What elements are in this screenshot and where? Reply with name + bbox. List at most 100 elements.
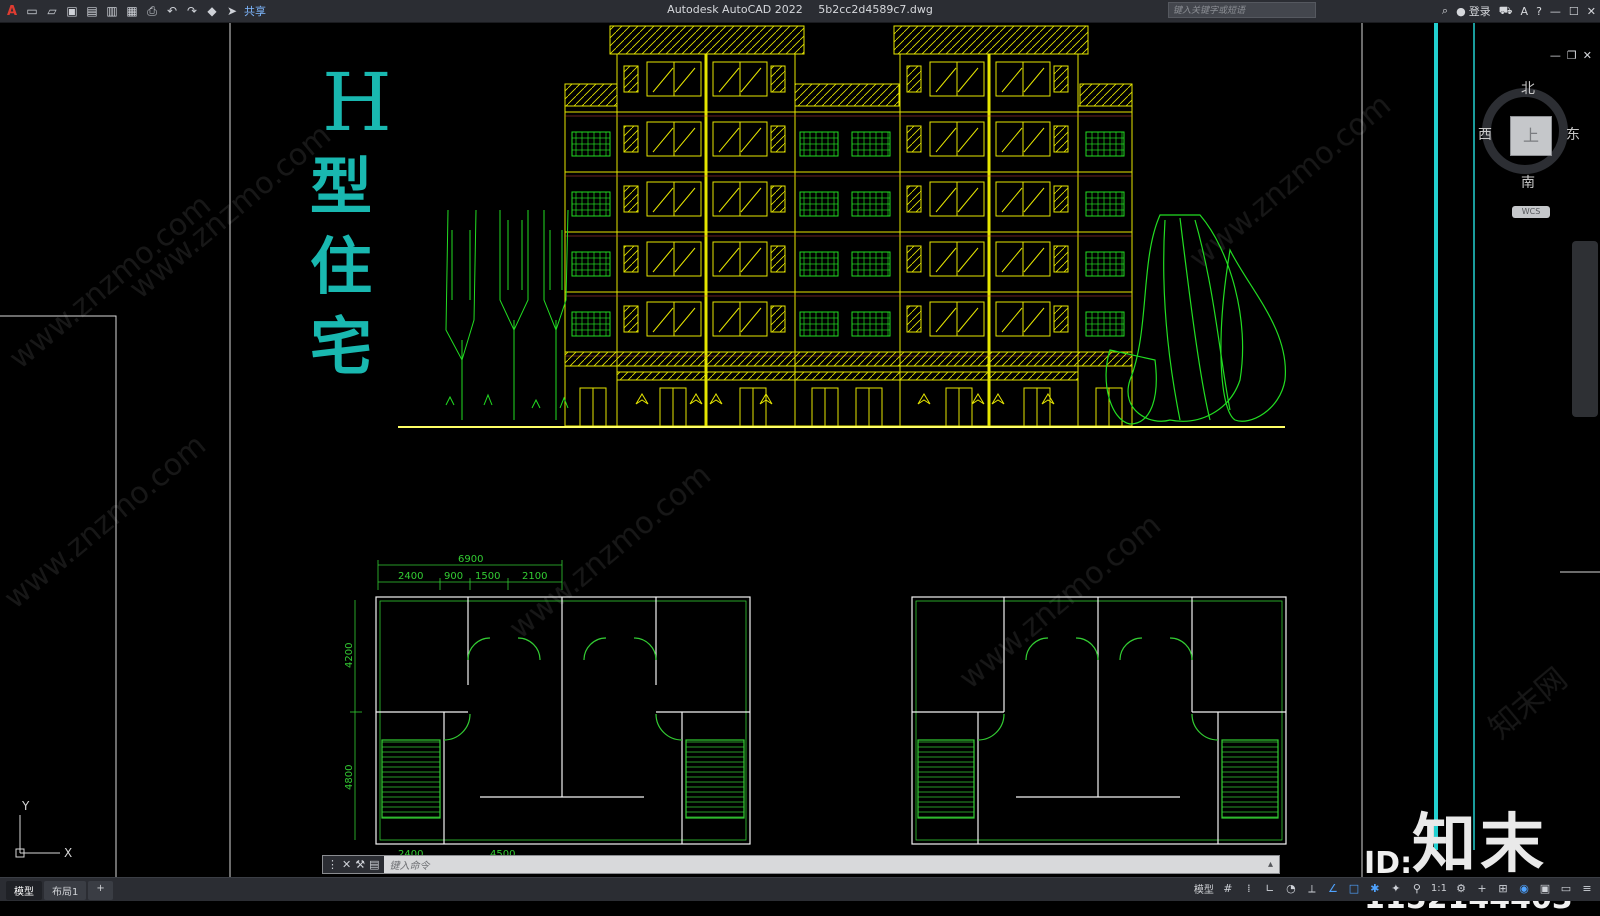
autodesk-a-icon[interactable]: A (1521, 5, 1529, 18)
door (739, 387, 767, 427)
save-as-icon[interactable]: ▤ (84, 3, 100, 19)
command-expand-icon[interactable]: ▴ (1268, 859, 1279, 870)
help-icon[interactable]: ? (1536, 5, 1542, 18)
title-letter-h: H (322, 56, 392, 149)
cart-icon[interactable]: ⛟ (1499, 4, 1513, 19)
object-snap-icon[interactable]: □ (1347, 882, 1361, 896)
plot-icon[interactable]: ⎙ (144, 3, 160, 19)
dim-seg-2: 900 (444, 571, 463, 582)
add-layout-button[interactable]: + (88, 881, 113, 900)
drawing-close-icon[interactable]: ✕ (1583, 49, 1592, 62)
cad-drawing: www.znzmo.com www.znzmo.com www.znzmo.co… (0, 23, 1600, 877)
dim-seg-4: 2100 (522, 571, 547, 582)
window-unit (929, 121, 985, 157)
command-input[interactable]: 键入命令 (384, 857, 1268, 872)
building-elevation (564, 25, 1133, 427)
open-web-icon[interactable]: ▥ (104, 3, 120, 19)
undo-icon[interactable]: ↶ (164, 3, 180, 19)
viewcube[interactable]: 上 北 南 西 东 WCS (1470, 78, 1580, 228)
drawing-restore-icon[interactable]: ❐ (1567, 49, 1577, 62)
maximize-icon[interactable]: ☐ (1569, 5, 1579, 18)
wcs-menu[interactable]: WCS (1512, 206, 1550, 218)
annotation-scale-icon[interactable]: ⚲ (1410, 882, 1424, 896)
login-label: 登录 (1468, 5, 1491, 18)
pilaster-panel (906, 185, 922, 213)
app-name: Autodesk AutoCAD 2022 (667, 3, 803, 16)
compass-north[interactable]: 北 (1521, 78, 1535, 98)
window-unit (646, 301, 702, 337)
save-web-icon[interactable]: ▦ (124, 3, 140, 19)
side-window (1085, 131, 1125, 157)
compass-west[interactable]: 西 (1478, 124, 1492, 144)
ortho-icon[interactable]: ∟ (1263, 882, 1277, 896)
compass-east[interactable]: 东 (1566, 124, 1580, 144)
tab-layout1[interactable]: 布局1 (44, 881, 87, 900)
viewcube-top-face[interactable]: 上 (1510, 116, 1552, 156)
command-line[interactable]: ⋮ ✕ ⚒ ▤ 键入命令 ▴ (322, 855, 1280, 874)
side-window (799, 311, 839, 337)
auto-scale-icon[interactable]: ✦ (1389, 882, 1403, 896)
planter (991, 393, 1005, 405)
open-folder-icon[interactable]: ▱ (44, 3, 60, 19)
grid-icon[interactable]: # (1221, 882, 1235, 896)
search-icon[interactable]: ⌕ (1442, 4, 1448, 18)
workspace-icon[interactable]: ◆ (204, 3, 220, 19)
minimize-icon[interactable]: — (1550, 5, 1561, 18)
share-icon[interactable]: ➤ (224, 3, 240, 19)
plus-icon[interactable]: + (1475, 882, 1489, 896)
floor-plan-left (375, 596, 751, 845)
door (1095, 387, 1123, 427)
side-window (1085, 191, 1125, 217)
redo-icon[interactable]: ↷ (184, 3, 200, 19)
isodraft-icon[interactable]: ⟂ (1305, 882, 1319, 896)
window-unit (929, 301, 985, 337)
share-button[interactable]: 共享 (244, 3, 266, 19)
command-history-icon[interactable]: ▤ (369, 858, 379, 871)
pilaster-panel (906, 245, 922, 273)
pilaster-panel (770, 185, 786, 213)
snap-icon[interactable]: ⁞ (1242, 882, 1256, 896)
scale-value[interactable]: 1:1 (1431, 883, 1447, 894)
pilaster-panel (623, 245, 639, 273)
command-close-icon[interactable]: ✕ (342, 858, 351, 871)
door (811, 387, 839, 427)
pilaster-panel (906, 125, 922, 153)
clean-screen-icon[interactable]: ▭ (1559, 882, 1573, 896)
titlebar-right: ⌕ ● 登录 ⛟ A ? — ☐ ✕ (1442, 2, 1596, 20)
window-unit (712, 121, 768, 157)
close-icon[interactable]: ✕ (1587, 5, 1596, 18)
settings-gear-icon[interactable]: ⚙ (1454, 882, 1468, 896)
save-icon[interactable]: ▣ (64, 3, 80, 19)
command-grip-icon[interactable]: ⋮ (327, 858, 338, 871)
new-file-icon[interactable]: ▭ (24, 3, 40, 19)
polar-icon[interactable]: ◔ (1284, 882, 1298, 896)
tab-model[interactable]: 模型 (6, 881, 42, 900)
file-name: 5b2cc2d4589c7.dwg (818, 3, 933, 16)
hardware-acceleration-icon[interactable]: ▣ (1538, 882, 1552, 896)
window-unit (929, 181, 985, 217)
command-customize-icon[interactable]: ⚒ (355, 858, 365, 871)
navigation-bar[interactable] (1572, 241, 1598, 417)
side-window (851, 251, 891, 277)
drawing-minimize-icon[interactable]: — (1550, 49, 1561, 62)
door (945, 387, 973, 427)
units-icon[interactable]: ⊞ (1496, 882, 1510, 896)
ground-canopy (616, 371, 1079, 381)
search-input[interactable]: 键入关键字或短语 (1168, 2, 1316, 18)
compass-south[interactable]: 南 (1521, 172, 1535, 192)
annotation-visibility-icon[interactable]: ✱ (1368, 882, 1382, 896)
autocad-logo-icon[interactable]: A (4, 3, 20, 19)
door (579, 387, 607, 427)
door (855, 387, 883, 427)
isolate-objects-icon[interactable]: ◉ (1517, 882, 1531, 896)
model-space-label[interactable]: 模型 (1194, 881, 1214, 896)
window-unit (646, 181, 702, 217)
drawing-canvas[interactable]: www.znzmo.com www.znzmo.com www.znzmo.co… (0, 23, 1600, 877)
object-snap-tracking-icon[interactable]: ∠ (1326, 882, 1340, 896)
dim-seg-1: 2400 (398, 571, 423, 582)
login-button[interactable]: ● 登录 (1456, 3, 1491, 19)
pilaster-panel (1053, 185, 1069, 213)
side-window (799, 131, 839, 157)
pilaster-panel (623, 185, 639, 213)
customize-menu-icon[interactable]: ≡ (1580, 882, 1594, 896)
